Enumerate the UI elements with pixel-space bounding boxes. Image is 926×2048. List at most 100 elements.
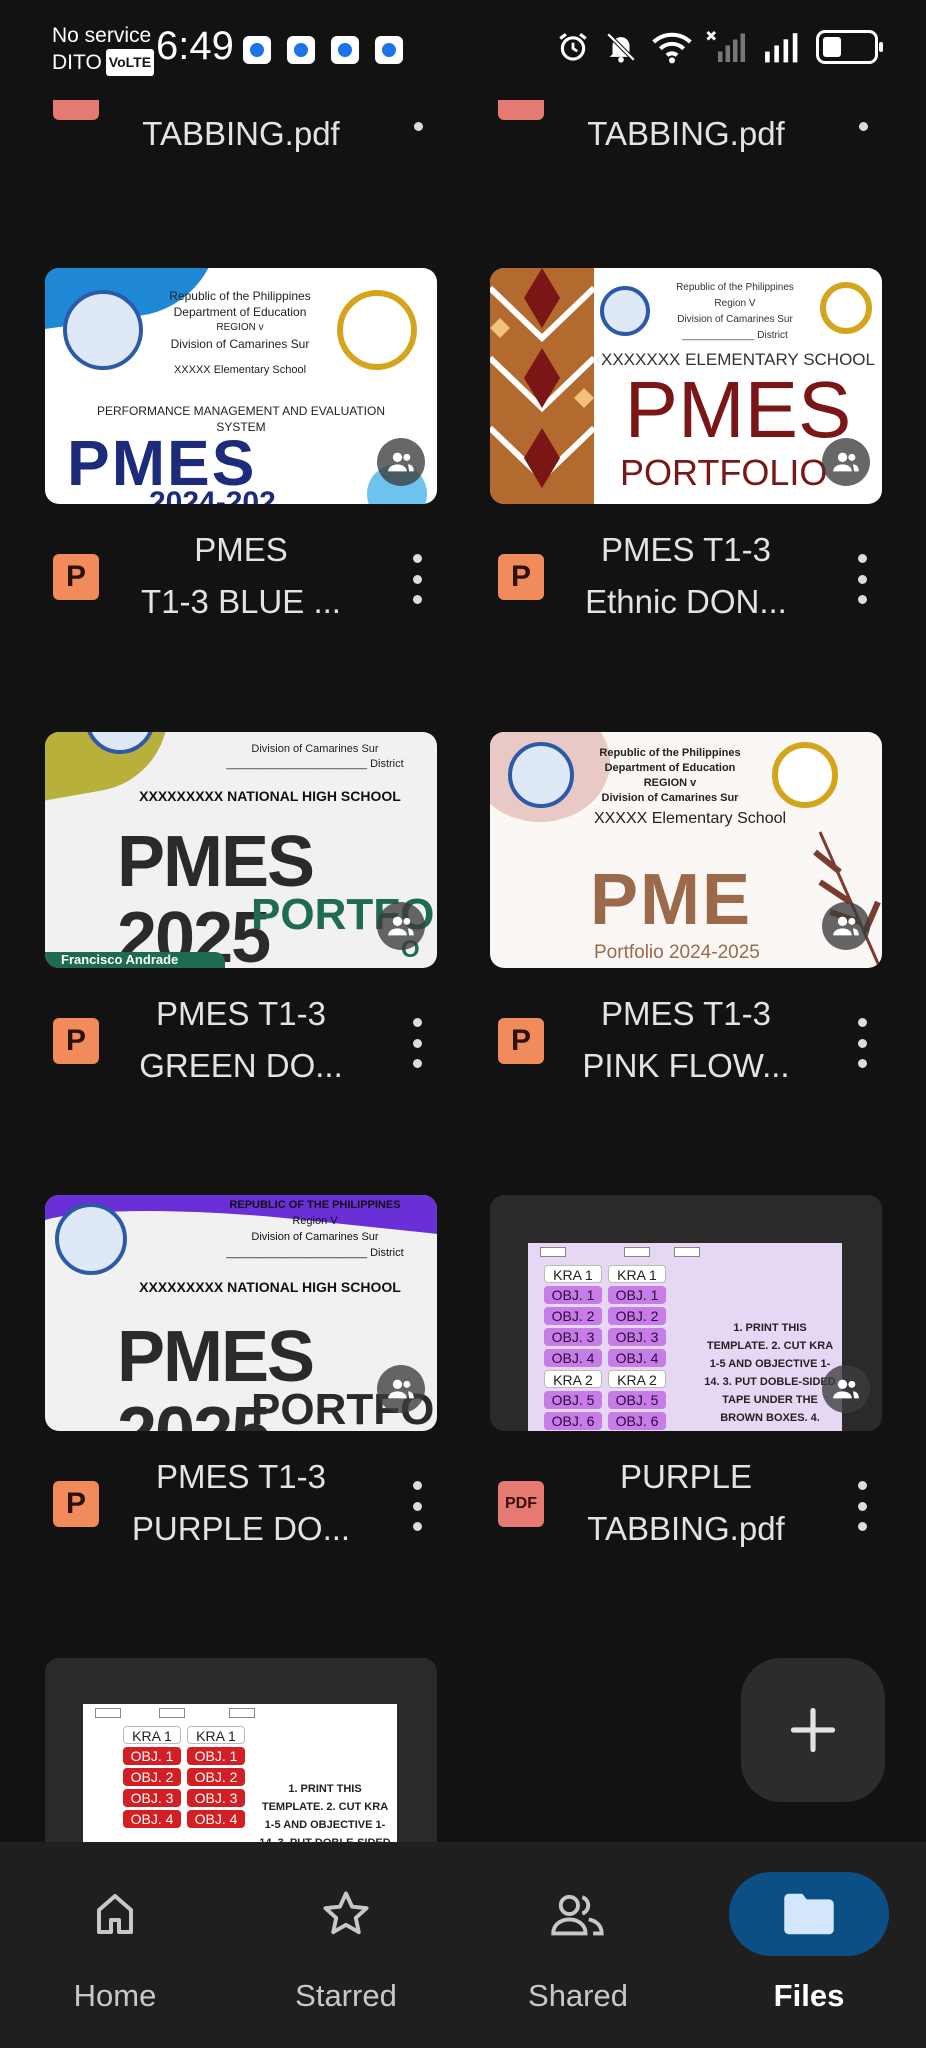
bottom-navigation: Home Starred Shared Files [0,1842,926,2048]
ethnic-pattern-art [490,268,597,488]
thumb-header: REPUBLIC OF THE PHILIPPINES Region V Div… [215,1197,415,1261]
shared-badge [822,1365,870,1413]
nav-files[interactable]: Files [709,1842,909,2048]
thumb-school: XXXXX Elementary School [593,810,787,827]
battery-icon [816,30,883,64]
thumb-year: 2024-202 [149,486,276,504]
wreath-logo-icon [772,742,838,808]
nav-home[interactable]: Home [15,1842,215,2048]
shared-badge [377,438,425,486]
file-name-line2: Ethnic DON... [585,583,787,620]
people-icon-container [498,1872,658,1956]
no-signal-icon [706,30,745,62]
new-file-button[interactable] [741,1658,885,1802]
file-card[interactable]: Republic of the Philippines Region V Div… [490,268,882,648]
more-options-button[interactable] [407,1018,427,1068]
thumb-subtitle: Portfolio 2024-2025 [594,942,760,963]
more-options-button[interactable] [852,1018,872,1068]
more-options-button[interactable] [407,554,427,604]
tab-label: OBJ. 5 [608,1391,666,1409]
thumb-line: _____________ District [682,330,788,341]
file-name: PMES T1-3 BLUE ... [115,524,367,628]
file-name-line2: TABBING.pdf [587,1510,785,1547]
tab-labels: KRA 1 KRA 1 OBJ. 1 OBJ. 1 OBJ. 2 OBJ. 2 OBJ. 3… [123,1726,247,1831]
more-options-button[interactable] [852,554,872,604]
more-options-button[interactable] [852,1481,872,1531]
star-icon-container [266,1872,426,1956]
nav-starred[interactable]: Starred [246,1842,446,2048]
slides-file-icon: P [498,1018,544,1064]
pdf-file-icon [498,100,544,120]
thumb-school: XXXXXXXXX NATIONAL HIGH SCHOOL [139,1279,401,1295]
file-thumbnail: Republic of the Philippines Department o… [490,732,882,968]
tab-label: OBJ. 5 [544,1391,602,1409]
file-card[interactable]: KRA 1 KRA 1 OBJ. 1 OBJ. 1 OBJ. 2 OBJ. 2 OBJ. 3… [490,1195,882,1575]
people-icon [833,1379,859,1399]
nav-shared[interactable]: Shared [478,1842,678,2048]
tab-label-row: OBJ. 4 OBJ. 4 [544,1349,694,1367]
pdf-page: KRA 1 KRA 1 OBJ. 1 OBJ. 1 OBJ. 2 OBJ. 2 OBJ. 3… [528,1243,842,1431]
file-card[interactable]: TABBING.pdf [490,100,882,220]
page-box [159,1708,185,1718]
tab-label: OBJ. 1 [608,1286,666,1304]
shared-badge [822,902,870,950]
file-name: PMES T1-3 GREEN DO... [115,988,367,1092]
file-name-line1: PMES T1-3 [601,995,771,1032]
more-options-button[interactable] [407,1481,427,1531]
messenger-icon [375,36,403,64]
file-name-line1: PMES T1-3 [156,995,326,1032]
file-name: PMES T1-3 Ethnic DON... [560,524,812,628]
thumb-author: Francisco Andrade [61,952,179,967]
thumb-line: _______________________ District [226,758,404,770]
thumb-subtitle: PORTFOLIO [620,452,828,493]
tab-label: OBJ. 4 [187,1810,245,1828]
file-card[interactable]: REPUBLIC OF THE PHILIPPINES Region V Div… [45,1195,437,1575]
carrier-info: No service DITO VoLTE [52,22,155,76]
slides-file-icon: P [53,1018,99,1064]
tab-label-row: OBJ. 5 OBJ. 5 [544,1391,694,1409]
tab-label: OBJ. 3 [123,1789,181,1807]
status-bar: No service DITO VoLTE 6:49 [0,0,926,100]
people-icon [388,1379,414,1399]
file-name-line2: T1-3 BLUE ... [141,583,341,620]
tab-label-row: OBJ. 1 OBJ. 1 [544,1286,694,1304]
tab-label-row: OBJ. 3 OBJ. 3 [123,1789,247,1807]
file-name-line1: PMES [194,531,288,568]
thumb-line: REPUBLIC OF THE PHILIPPINES [229,1199,401,1211]
file-thumbnail: Republic of the Philippines Department o… [45,268,437,504]
file-name-line2: PINK FLOW... [582,1047,790,1084]
file-name-line2: PURPLE DO... [131,1510,351,1547]
tab-label: OBJ. 2 [544,1307,602,1325]
file-card[interactable]: Republic of the Philippines Department o… [490,732,882,1112]
thumb-line: Region V [292,1215,338,1227]
people-icon [551,1894,604,1936]
more-options-button[interactable] [414,122,423,131]
tab-labels: KRA 1 KRA 1 OBJ. 1 OBJ. 1 OBJ. 2 OBJ. 2 OBJ. 3… [544,1265,694,1431]
tab-label: OBJ. 3 [544,1328,602,1346]
tab-label: OBJ. 4 [123,1810,181,1828]
alarm-icon [559,33,587,61]
thumb-line: Division of Camarines Sur [251,1231,379,1243]
page-box [229,1708,255,1718]
file-card[interactable]: Republic of the Philippines Department o… [45,268,437,648]
tab-label: OBJ. 4 [544,1349,602,1367]
file-thumbnail: REPUBLIC OF THE PHILIPPINES Region V Div… [45,1195,437,1431]
more-options-button[interactable] [859,122,868,131]
slides-file-icon: P [53,554,99,600]
thumb-header: Division of Camarines Sur ______________… [215,742,415,772]
file-card[interactable]: Division of Camarines Sur ______________… [45,732,437,1112]
tab-label: KRA 1 [123,1726,181,1744]
nav-label: Files [773,1978,845,2013]
file-thumbnail: Republic of the Philippines Region V Div… [490,268,882,504]
people-icon [388,452,414,472]
deped-seal-icon [55,1203,127,1275]
file-thumbnail: KRA 1 KRA 1 OBJ. 1 OBJ. 1 OBJ. 2 OBJ. 2 OBJ. 3… [490,1195,882,1431]
shared-badge [822,438,870,486]
thumb-line: Division of Camarines Sur [170,337,310,351]
tab-label: OBJ. 2 [187,1768,245,1786]
thumb-header: Republic of the Philippines Department o… [145,288,335,378]
tab-label: OBJ. 1 [187,1747,245,1765]
tab-label-row: KRA 1 KRA 1 [544,1265,694,1283]
file-card[interactable]: TABBING.pdf [45,100,437,220]
tab-label-row: OBJ. 2 OBJ. 2 [123,1768,247,1786]
